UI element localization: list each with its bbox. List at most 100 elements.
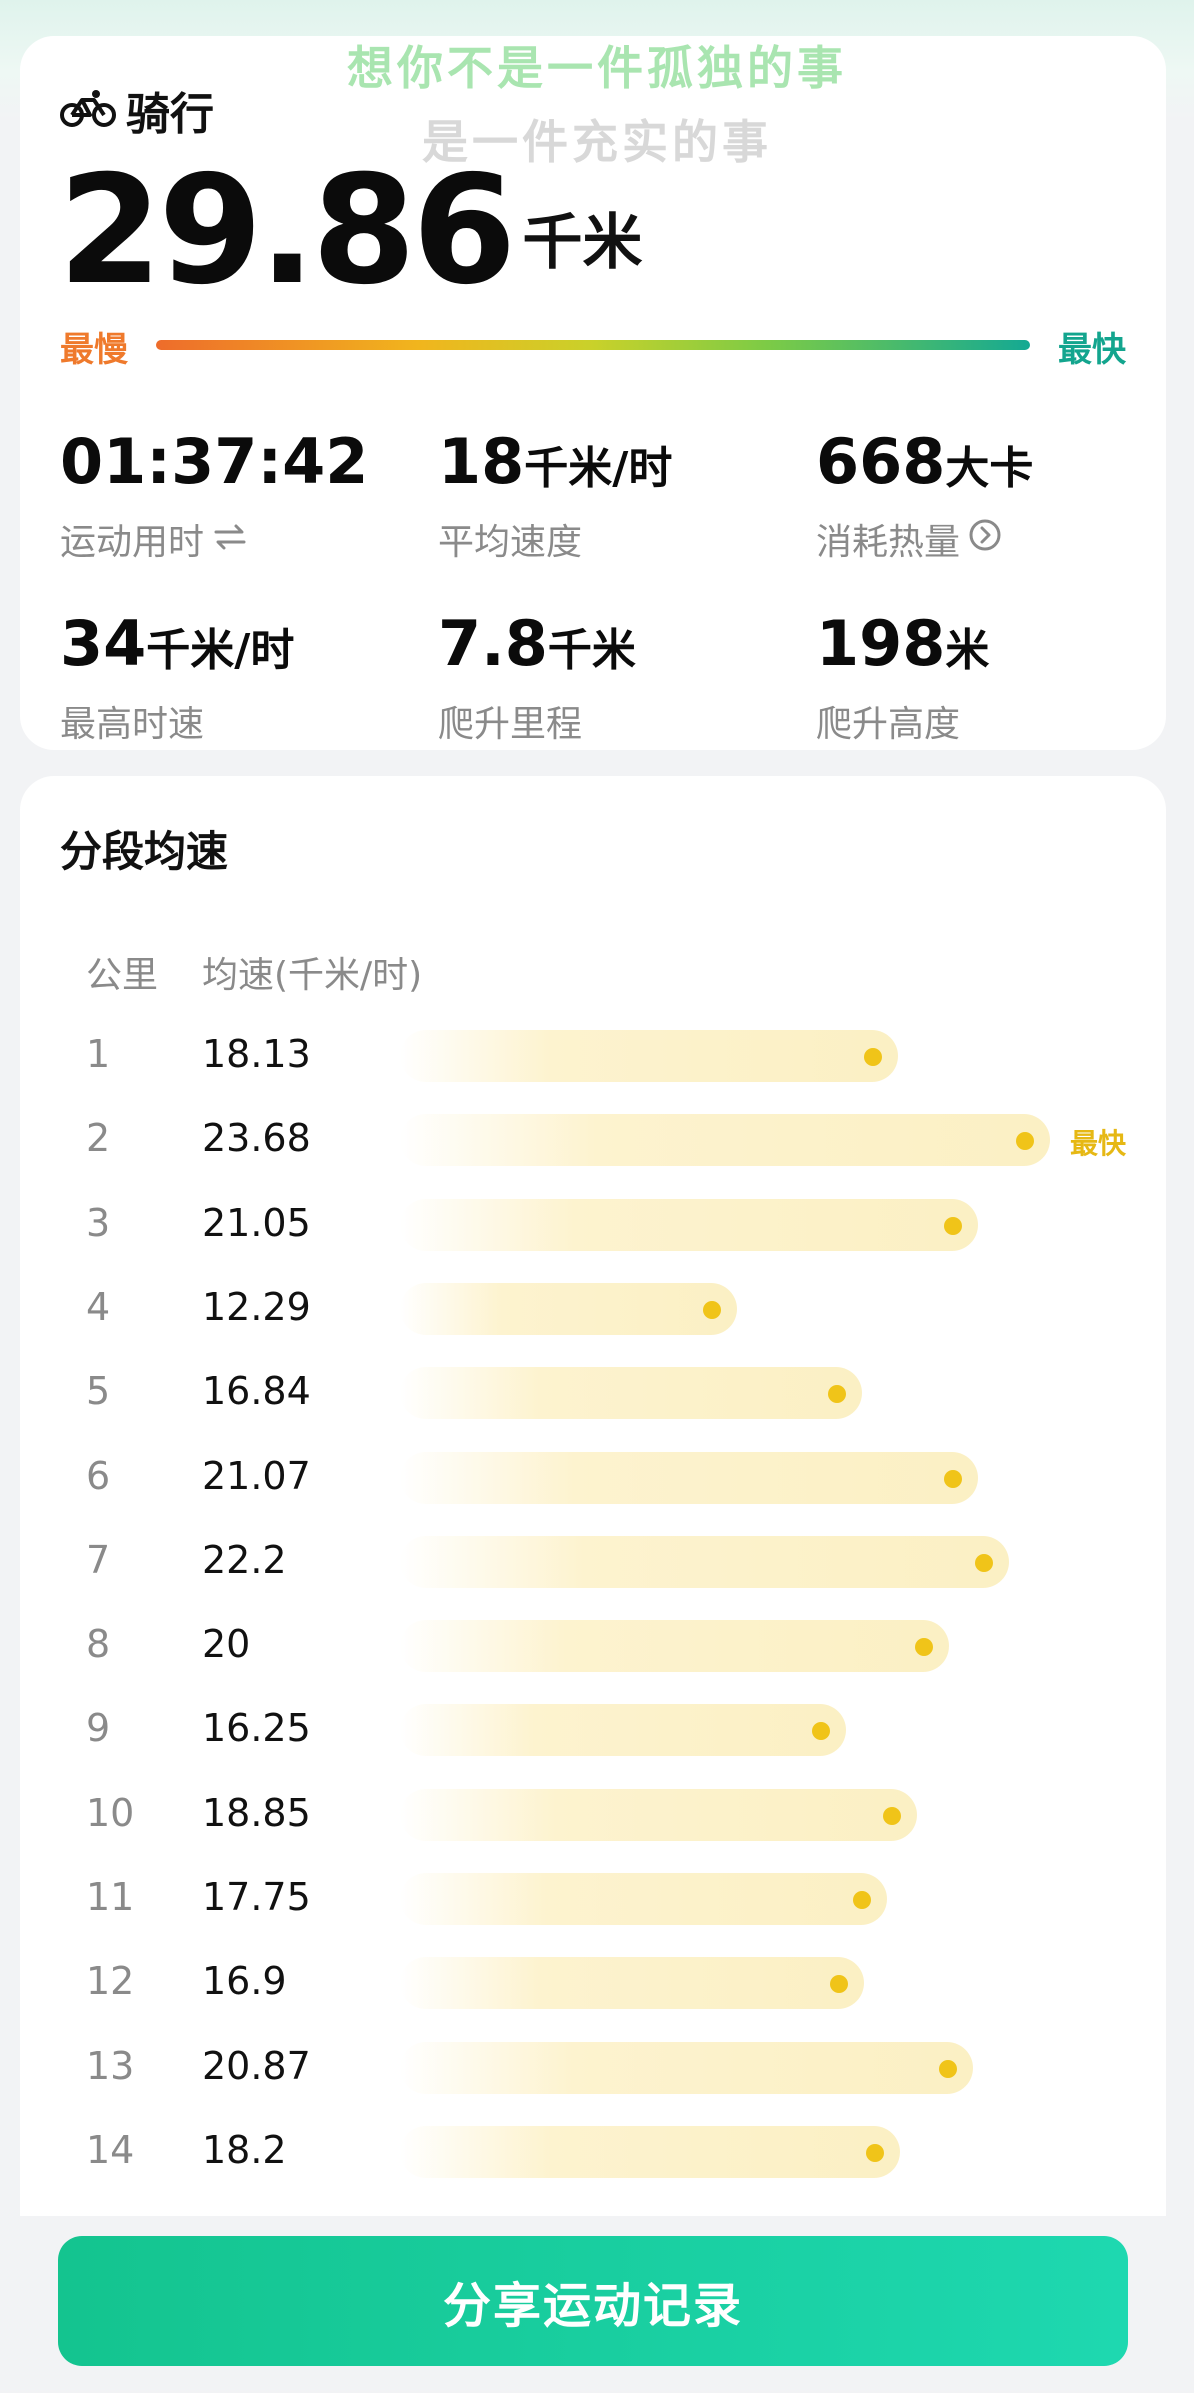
speed-range-legend: 最慢 最快 <box>60 322 1126 372</box>
distance-value: 29.86 <box>58 144 516 318</box>
split-speed-bar <box>400 1282 738 1335</box>
swap-icon[interactable] <box>212 519 248 560</box>
split-speed-bar <box>400 1367 863 1420</box>
stat-label: 运动用时 <box>60 522 205 563</box>
duration-toggle[interactable]: 运动用时 <box>60 513 420 565</box>
total-distance: 29.86 千米 <box>58 146 642 316</box>
split-row: 2 23.68 最快 <box>20 1100 1166 1184</box>
distance-unit: 千米 <box>522 208 643 278</box>
split-speed-dot <box>914 1638 933 1657</box>
stat-value: 34 <box>60 607 147 680</box>
split-speed: 18.2 <box>202 2127 287 2172</box>
summary-card: 骑行 29.86 千米 最慢 最快 01:37:42 运动用时 18千米/时 平… <box>20 36 1166 750</box>
split-row: 10 18.85 <box>20 1775 1166 1859</box>
column-header-speed: 均速(千米/时) <box>202 955 423 996</box>
split-speed-dot <box>943 1216 962 1235</box>
stat-label: 爬升里程 <box>438 704 583 745</box>
split-speed-dot <box>863 1048 882 1066</box>
split-speed-bar <box>400 2041 973 2094</box>
split-km: 8 <box>86 1622 111 1667</box>
split-speed: 20.87 <box>202 2043 311 2088</box>
split-speed-bar <box>400 1957 864 2010</box>
bicycle-icon <box>60 88 116 132</box>
split-row: 3 21.05 <box>20 1185 1166 1269</box>
stat-label: 平均速度 <box>438 522 583 563</box>
sport-type: 骑行 <box>60 78 214 142</box>
split-speed: 16.25 <box>202 1706 311 1751</box>
split-speed: 18.13 <box>202 1032 311 1076</box>
stat-unit: 千米/时 <box>146 625 295 676</box>
split-speed: 12.29 <box>202 1284 311 1329</box>
stat-calories: 668大卡 消耗热量 <box>816 426 1176 565</box>
stat-label: 最高时速 <box>60 704 205 745</box>
split-speed: 23.68 <box>202 1116 311 1161</box>
split-speed-dot <box>865 2143 884 2162</box>
split-km: 12 <box>86 1959 135 2004</box>
stat-value: 01:37:42 <box>60 425 369 498</box>
split-speed-bar <box>400 1451 979 1504</box>
split-km: 10 <box>86 1790 135 1835</box>
split-km: 14 <box>86 2127 135 2172</box>
split-row: 1 18.13 <box>20 1016 1166 1100</box>
stat-value: 7.8 <box>438 607 548 680</box>
split-km: 2 <box>86 1116 111 1161</box>
stat-avg-speed: 18千米/时 平均速度 <box>438 426 798 565</box>
split-row: 13 20.87 <box>20 2028 1166 2112</box>
speed-gradient-bar <box>156 340 1030 350</box>
stat-max-speed: 34千米/时 最高时速 <box>60 608 420 747</box>
split-row: 12 16.9 <box>20 1943 1166 2027</box>
split-speed-bar <box>400 1788 918 1841</box>
split-km: 5 <box>86 1369 111 1414</box>
split-speed-bar <box>400 1620 949 1673</box>
split-km: 13 <box>86 2043 135 2088</box>
stat-label: 消耗热量 <box>816 522 961 563</box>
stat-value: 18 <box>438 425 525 498</box>
chevron-right-circle-icon[interactable] <box>968 518 1002 561</box>
split-speed-dot <box>938 2059 957 2078</box>
split-speed: 17.75 <box>202 1875 311 1919</box>
split-km: 9 <box>86 1706 111 1751</box>
split-row: 6 21.07 <box>20 1438 1166 1522</box>
stat-label: 爬升高度 <box>816 704 961 745</box>
stat-value: 198 <box>816 607 946 680</box>
split-row: 14 18.2 <box>20 2112 1166 2196</box>
split-speed: 18.85 <box>202 1790 311 1835</box>
stat-unit: 千米/时 <box>524 443 673 494</box>
split-row: 4 12.29 <box>20 1269 1166 1353</box>
split-km: 1 <box>86 1032 111 1076</box>
calories-detail-link[interactable]: 消耗热量 <box>816 513 1176 565</box>
section-title: 分段均速 <box>60 827 229 876</box>
range-fast-label: 最快 <box>1058 330 1126 370</box>
range-slow-label: 最慢 <box>60 330 128 370</box>
split-speed-card: 分段均速 公里 均速(千米/时) 1 18.13 2 23.68 最快 3 21.05 4 12… <box>20 776 1166 2216</box>
bottom-bar: 分享运动记录 <box>0 2216 1194 2393</box>
split-speed-dot <box>944 1469 963 1488</box>
split-speed-bar <box>400 1198 978 1251</box>
column-header-km: 公里 <box>86 955 159 996</box>
split-speed-bar <box>400 2125 900 2178</box>
split-row: 9 16.25 <box>20 1690 1166 1774</box>
fastest-tag: 最快 <box>1070 1127 1127 1161</box>
share-record-button[interactable]: 分享运动记录 <box>58 2236 1128 2366</box>
split-speed-bar <box>400 1873 888 1925</box>
split-row: 11 17.75 <box>20 1859 1166 1943</box>
split-speed-bar <box>400 1535 1010 1588</box>
split-km: 4 <box>86 1284 111 1329</box>
split-km: 7 <box>86 1537 111 1582</box>
split-km: 11 <box>86 1875 135 1919</box>
split-km: 6 <box>86 1453 111 1498</box>
stat-elevation-gain: 198米 爬升高度 <box>816 608 1176 747</box>
split-speed-dot <box>883 1806 902 1825</box>
split-row: 8 20 <box>20 1606 1166 1690</box>
split-speed: 20 <box>202 1622 251 1667</box>
split-row: 5 16.84 <box>20 1353 1166 1437</box>
split-speed: 16.84 <box>202 1369 311 1414</box>
split-row: 7 22.2 <box>20 1522 1166 1606</box>
split-speed: 16.9 <box>202 1959 287 2004</box>
stat-duration: 01:37:42 运动用时 <box>60 426 420 565</box>
sport-label: 骑行 <box>126 89 214 140</box>
stat-climb-distance: 7.8千米 爬升里程 <box>438 608 798 747</box>
stat-unit: 米 <box>945 625 990 676</box>
split-km: 3 <box>86 1200 111 1245</box>
split-speed-bar <box>400 1704 847 1757</box>
